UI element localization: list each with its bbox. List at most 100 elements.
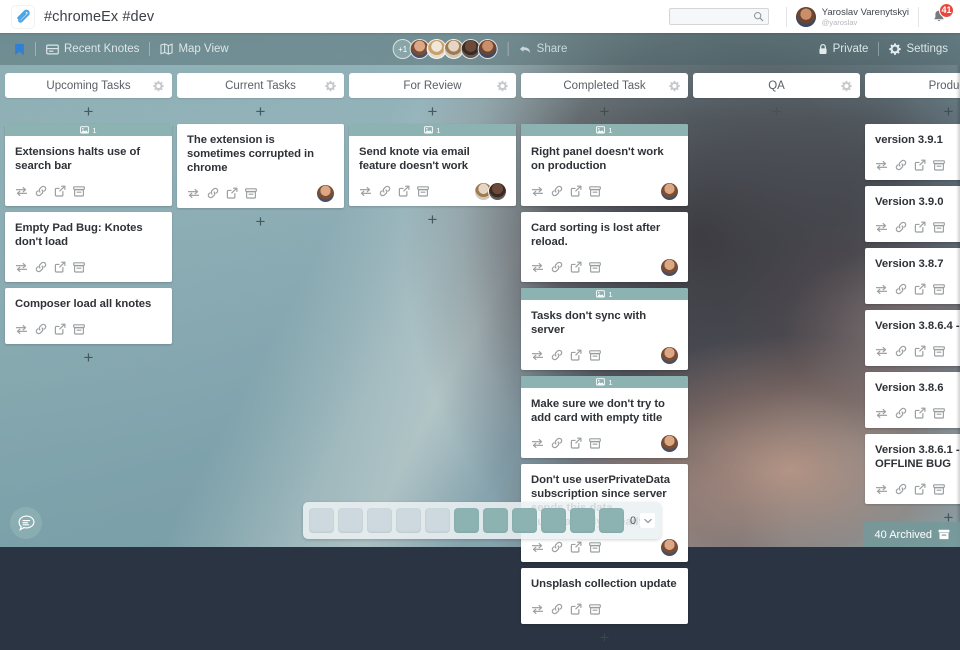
move-arrows-icon[interactable] — [187, 188, 200, 199]
share-icon[interactable] — [570, 541, 582, 553]
knote-card[interactable]: Unsplash collection update — [521, 568, 688, 624]
knote-card[interactable]: Card sorting is lost after reload. — [521, 212, 688, 282]
private-button[interactable]: Private — [818, 43, 869, 55]
move-arrows-icon[interactable] — [531, 262, 544, 273]
map-view-button[interactable]: Map View — [160, 43, 228, 55]
link-icon[interactable] — [551, 185, 563, 197]
share-icon[interactable] — [570, 437, 582, 449]
knote-card[interactable]: Version 3.8.7 — [865, 248, 960, 304]
archive-icon[interactable] — [73, 324, 85, 335]
avatar[interactable] — [661, 539, 678, 556]
link-icon[interactable] — [551, 603, 563, 615]
archive-icon[interactable] — [589, 438, 601, 449]
move-arrows-icon[interactable] — [531, 604, 544, 615]
archive-icon[interactable] — [933, 408, 945, 419]
add-card-button[interactable]: + — [177, 98, 344, 124]
link-icon[interactable] — [551, 261, 563, 273]
share-icon[interactable] — [570, 603, 582, 615]
share-icon[interactable] — [226, 187, 238, 199]
move-arrows-icon[interactable] — [359, 186, 372, 197]
archive-icon[interactable] — [933, 346, 945, 357]
avatar[interactable] — [661, 259, 678, 276]
knote-card[interactable]: 1Tasks don't sync with server — [521, 288, 688, 370]
notifications-button[interactable]: 41 — [928, 6, 950, 28]
move-arrows-icon[interactable] — [531, 438, 544, 449]
share-icon[interactable] — [914, 483, 926, 495]
archive-icon[interactable] — [589, 542, 601, 553]
move-arrows-icon[interactable] — [875, 408, 888, 419]
share-icon[interactable] — [54, 185, 66, 197]
link-icon[interactable] — [35, 185, 47, 197]
avatar[interactable] — [317, 185, 334, 202]
move-arrows-icon[interactable] — [531, 542, 544, 553]
move-arrows-icon[interactable] — [875, 484, 888, 495]
color-swatch[interactable] — [599, 508, 624, 533]
share-icon[interactable] — [914, 159, 926, 171]
share-icon[interactable] — [54, 323, 66, 335]
share-icon[interactable] — [570, 185, 582, 197]
knote-card[interactable]: Version 3.8.6 — [865, 372, 960, 428]
gear-icon[interactable] — [497, 80, 508, 91]
search-input[interactable] — [669, 8, 769, 25]
color-swatch[interactable] — [309, 508, 334, 533]
add-card-button[interactable]: + — [5, 98, 172, 124]
move-arrows-icon[interactable] — [15, 324, 28, 335]
knote-card[interactable]: Version 3.9.0 — [865, 186, 960, 242]
archive-icon[interactable] — [245, 188, 257, 199]
gear-icon[interactable] — [153, 80, 164, 91]
add-card-button-bottom[interactable]: + — [177, 208, 344, 234]
link-icon[interactable] — [551, 349, 563, 361]
settings-button[interactable]: Settings — [889, 43, 948, 55]
move-arrows-icon[interactable] — [875, 346, 888, 357]
archive-icon[interactable] — [589, 604, 601, 615]
share-icon[interactable] — [914, 407, 926, 419]
color-swatch[interactable] — [570, 508, 595, 533]
move-arrows-icon[interactable] — [531, 350, 544, 361]
link-icon[interactable] — [895, 345, 907, 357]
knote-card[interactable]: 1Right panel doesn't work on production — [521, 124, 688, 206]
color-picker-toolbar[interactable]: 0 — [303, 502, 661, 539]
link-icon[interactable] — [35, 323, 47, 335]
color-swatch[interactable] — [454, 508, 479, 533]
share-icon[interactable] — [398, 185, 410, 197]
knote-card[interactable]: 1Make sure we don't try to add card with… — [521, 376, 688, 458]
link-icon[interactable] — [551, 437, 563, 449]
archive-icon[interactable] — [933, 222, 945, 233]
color-swatch[interactable] — [367, 508, 392, 533]
color-swatch[interactable] — [541, 508, 566, 533]
knote-card[interactable]: version 3.9.1 — [865, 124, 960, 180]
link-icon[interactable] — [895, 483, 907, 495]
share-icon[interactable] — [570, 261, 582, 273]
knote-card[interactable]: Composer load all knotes — [5, 288, 172, 344]
knote-card[interactable]: 1Send knote via email feature doesn't wo… — [349, 124, 516, 206]
archived-button[interactable]: 40 Archived — [863, 522, 960, 547]
share-icon[interactable] — [914, 345, 926, 357]
color-count-control[interactable]: 0 — [630, 513, 655, 528]
avatar[interactable] — [661, 347, 678, 364]
user-menu[interactable]: Yaroslav Varenytskyi @yaroslav — [796, 7, 909, 27]
knote-tag-icon[interactable] — [12, 6, 34, 28]
archive-icon[interactable] — [589, 186, 601, 197]
add-card-button-bottom[interactable]: + — [521, 624, 688, 650]
archive-icon[interactable] — [933, 160, 945, 171]
share-icon[interactable] — [914, 221, 926, 233]
move-arrows-icon[interactable] — [875, 160, 888, 171]
add-card-button[interactable]: + — [693, 98, 860, 124]
archive-icon[interactable] — [73, 186, 85, 197]
link-icon[interactable] — [551, 541, 563, 553]
avatar[interactable] — [661, 183, 678, 200]
color-swatch[interactable] — [396, 508, 421, 533]
avatar[interactable] — [489, 183, 506, 200]
archive-icon[interactable] — [73, 262, 85, 273]
chat-button[interactable] — [10, 507, 42, 539]
move-arrows-icon[interactable] — [15, 262, 28, 273]
link-icon[interactable] — [207, 187, 219, 199]
share-icon[interactable] — [54, 261, 66, 273]
bookmark-icon[interactable] — [14, 43, 25, 56]
link-icon[interactable] — [35, 261, 47, 273]
link-icon[interactable] — [895, 407, 907, 419]
add-card-button[interactable]: + — [521, 98, 688, 124]
gear-icon[interactable] — [325, 80, 336, 91]
archive-icon[interactable] — [417, 186, 429, 197]
recent-knotes-button[interactable]: Recent Knotes — [46, 43, 139, 55]
